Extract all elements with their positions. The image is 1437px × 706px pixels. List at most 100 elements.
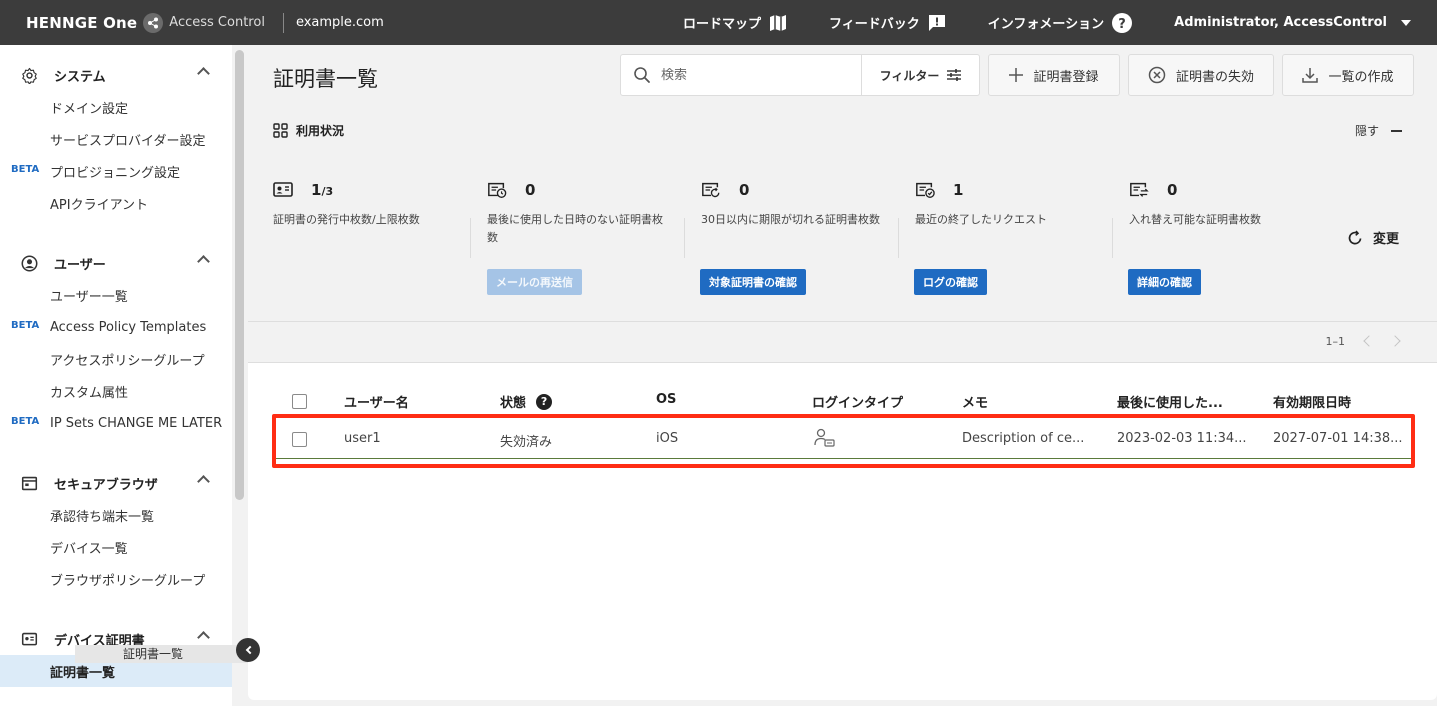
- top-bar: HENNGE One Access Control example.com ロー…: [0, 0, 1437, 45]
- stat-divider: [470, 218, 471, 258]
- stat-description: 30日以内に期限が切れる証明書枚数: [701, 213, 880, 226]
- chevron-up-icon[interactable]: [197, 255, 210, 268]
- cert-swap-icon: [1129, 181, 1149, 199]
- sidebar-item-label: アクセスポリシーグループ: [50, 353, 205, 369]
- sidebar-item-provisioning[interactable]: BETA プロビジョニング設定: [0, 155, 232, 187]
- cell-expires: 2027-07-01 14:38...: [1273, 431, 1403, 446]
- minus-icon: [1391, 129, 1402, 132]
- sidebar-item-api-client[interactable]: APIクライアント: [0, 187, 232, 219]
- grid-icon: [273, 123, 288, 138]
- hide-usage-toggle[interactable]: 隠す: [1355, 122, 1402, 139]
- beta-badge: BETA: [11, 164, 40, 175]
- sidebar-scrollbar[interactable]: [235, 50, 244, 500]
- sidebar-item-domain[interactable]: ドメイン設定: [0, 91, 232, 123]
- collapse-sidebar-button[interactable]: [236, 638, 260, 662]
- stat-unused: 0 最後に使用した日時のない証明書枚数 メールの再送信: [487, 180, 687, 295]
- stat-replaceable: 0 入れ替え可能な証明書枚数 詳細の確認: [1128, 180, 1329, 295]
- sidebar-item-access-policy-groups[interactable]: アクセスポリシーグループ: [0, 343, 232, 375]
- sidebar-item-custom-attributes[interactable]: カスタム属性: [0, 375, 232, 407]
- sidebar-head-label: ユーザー: [54, 257, 106, 273]
- cancel-circle-icon: [1148, 66, 1166, 84]
- check-target-certs-button[interactable]: 対象証明書の確認: [700, 269, 806, 295]
- roadmap-link[interactable]: ロードマップ: [683, 13, 787, 32]
- information-link[interactable]: インフォメーション ?: [988, 12, 1133, 33]
- resend-email-button[interactable]: メールの再送信: [487, 269, 582, 295]
- feedback-label: フィードバック: [829, 17, 920, 32]
- sidebar-head-users[interactable]: ユーザー: [0, 247, 232, 279]
- domain-label: example.com: [295, 15, 384, 30]
- chevron-right-icon[interactable]: [1389, 335, 1401, 347]
- help-icon: ?: [1112, 12, 1133, 33]
- col-username[interactable]: ユーザー名: [344, 392, 409, 411]
- filter-button[interactable]: フィルター: [861, 55, 979, 95]
- col-login-type[interactable]: ログインタイプ: [812, 392, 903, 411]
- sidebar-item-label: Access Policy Templates: [50, 319, 207, 335]
- usage-title: 利用状況: [296, 124, 345, 138]
- stat-description: 入れ替え可能な証明書枚数: [1129, 213, 1261, 226]
- sidebar-item-label: プロビジョニング設定: [50, 165, 181, 181]
- cell-memo: Description of ce...: [962, 431, 1085, 446]
- chevron-up-icon[interactable]: [197, 631, 210, 644]
- cell-status: 失効済み: [500, 435, 553, 450]
- stat-count: 1: [953, 181, 964, 199]
- cert-refresh-icon: [701, 181, 721, 199]
- stat-count: 0: [525, 181, 536, 199]
- download-icon: [1302, 67, 1319, 83]
- check-logs-button[interactable]: ログの確認: [914, 269, 987, 295]
- col-last-used[interactable]: 最後に使用した...: [1117, 392, 1223, 411]
- col-memo[interactable]: メモ: [962, 392, 988, 411]
- stat-description: 最後に使用した日時のない証明書枚数: [487, 213, 663, 244]
- sidebar-head-secure-browser[interactable]: セキュアブラウザ: [0, 467, 232, 499]
- stat-divider: [898, 218, 899, 258]
- sidebar-item-label: 証明書一覧: [50, 665, 116, 681]
- beta-badge: BETA: [11, 320, 40, 331]
- refresh-button[interactable]: 変更: [1347, 228, 1399, 247]
- chevron-left-icon[interactable]: [1363, 335, 1375, 347]
- export-list-button[interactable]: 一覧の作成: [1282, 54, 1414, 96]
- brand[interactable]: HENNGE One Access Control example.com: [0, 0, 384, 45]
- search-input[interactable]: [661, 67, 841, 83]
- chevron-up-icon[interactable]: [197, 475, 210, 488]
- svg-text:?: ?: [1118, 17, 1126, 32]
- stat-value: 1/3: [311, 181, 333, 199]
- sidebar-item-browser-policy-groups[interactable]: ブラウザポリシーグループ: [0, 563, 232, 595]
- check-details-button[interactable]: 詳細の確認: [1128, 269, 1201, 295]
- chevron-up-icon[interactable]: [197, 67, 210, 80]
- row-checkbox[interactable]: [292, 432, 307, 447]
- user-menu[interactable]: Administrator, AccessControl: [1174, 15, 1411, 30]
- sidebar-head-system[interactable]: システム: [0, 59, 232, 91]
- sidebar-item-service-provider[interactable]: サービスプロバイダー設定: [0, 123, 232, 155]
- brand-divider: [282, 12, 284, 33]
- register-cert-label: 証明書登録: [1033, 69, 1099, 85]
- main-content: 証明書一覧 フィルター 証明書登録 証明書の失効 一覧の作成: [248, 45, 1437, 700]
- map-icon: [769, 14, 787, 32]
- sidebar-item-label: カスタム属性: [50, 385, 129, 401]
- feedback-link[interactable]: フィードバック: [829, 13, 946, 32]
- help-icon[interactable]: ?: [536, 393, 553, 410]
- sidebar-item-access-policy-templates[interactable]: BETA Access Policy Templates: [0, 311, 232, 343]
- sidebar-group-system: システム ドメイン設定 サービスプロバイダー設定 BETA プロビジョニング設定…: [0, 59, 232, 219]
- refresh-icon: [1347, 229, 1363, 246]
- select-all-checkbox[interactable]: [292, 394, 307, 409]
- col-expires[interactable]: 有効期限日時: [1273, 392, 1351, 411]
- sidebar-item-device-list[interactable]: デバイス一覧: [0, 531, 232, 563]
- revoke-cert-button[interactable]: 証明書の失効: [1128, 54, 1274, 96]
- register-cert-button[interactable]: 証明書登録: [988, 54, 1120, 96]
- col-os[interactable]: OS: [656, 392, 676, 407]
- cert-table: ユーザー名 状態 ? OS ログインタイプ メモ 最後に使用した... 有効期限…: [248, 362, 1437, 700]
- stat-count: 1: [311, 181, 322, 199]
- sidebar-group-secure-browser: セキュアブラウザ 承認待ち端末一覧 デバイス一覧 ブラウザポリシーグループ: [0, 467, 232, 595]
- stat-divider: [684, 218, 685, 258]
- sidebar-item-ip-sets[interactable]: BETA IP Sets CHANGE ME LATER: [0, 407, 232, 439]
- cert-user-icon: [273, 181, 293, 199]
- browser-window-icon: [20, 474, 38, 492]
- sidebar-item-user-list[interactable]: ユーザー一覧: [0, 279, 232, 311]
- user-name: Administrator, AccessControl: [1174, 15, 1387, 30]
- col-status[interactable]: 状態 ?: [500, 392, 553, 411]
- sidebar-item-pending-devices[interactable]: 承認待ち端末一覧: [0, 499, 232, 531]
- stat-divider: [1112, 218, 1113, 258]
- table-row[interactable]: user1 失効済み iOS Description of ce... 2023…: [273, 419, 1413, 459]
- user-circle-icon: [20, 254, 38, 272]
- brand-logo-icon: [143, 12, 164, 33]
- hide-label: 隠す: [1354, 124, 1379, 138]
